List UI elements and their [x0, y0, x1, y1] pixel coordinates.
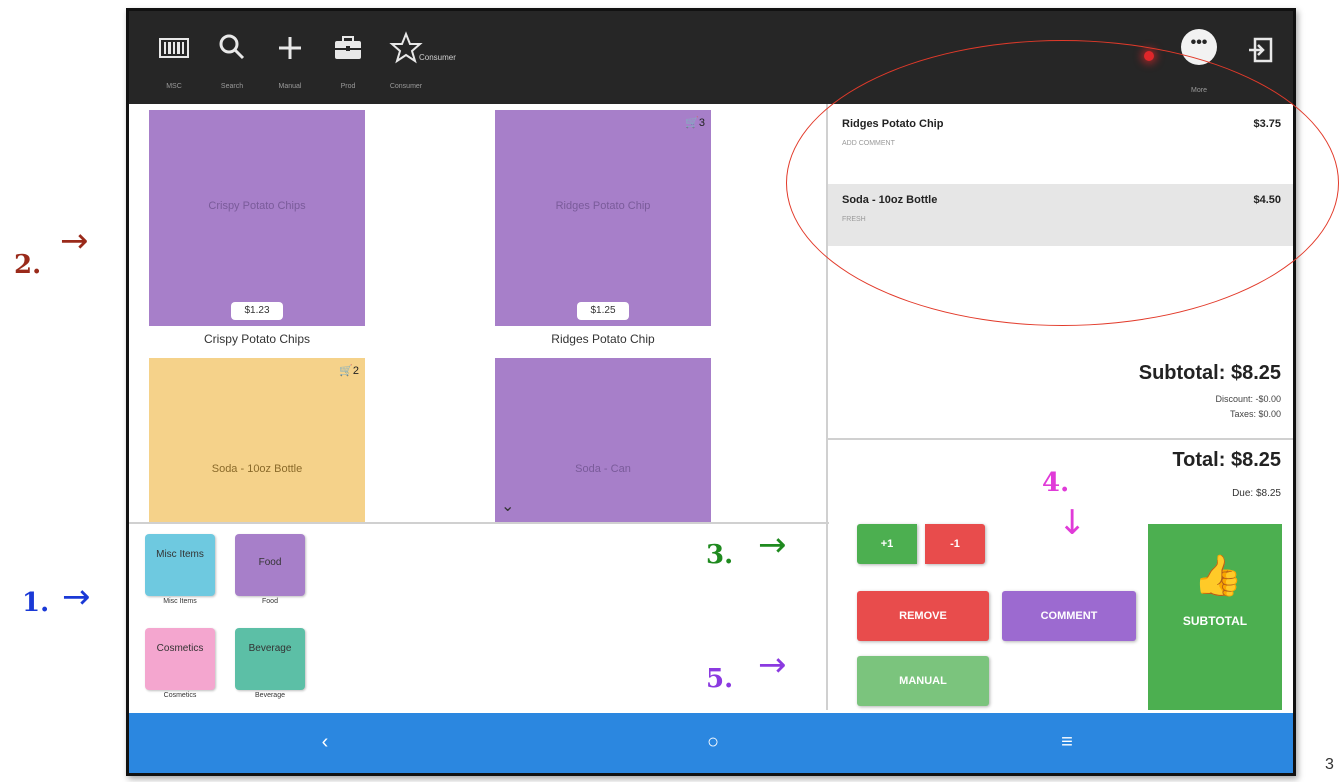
- due-amount: Due: $8.25: [1232, 488, 1281, 499]
- cart-count: 🛒3: [685, 116, 705, 129]
- toolbar-consumer-label: Consumer: [389, 83, 423, 90]
- product-price: $1.23: [231, 302, 283, 320]
- cart-count-value: 3: [698, 117, 705, 129]
- subtotal-button[interactable]: 👍 SUBTOTAL: [1148, 524, 1282, 710]
- menu-icon[interactable]: ≡: [1047, 731, 1087, 754]
- subtotal-button-label: SUBTOTAL: [1182, 614, 1248, 628]
- product-caption: Crispy Potato Chips: [203, 332, 311, 346]
- category-caption: Misc Items: [163, 598, 197, 605]
- product-tile-name: Soda - 10oz Bottle: [211, 463, 303, 475]
- toolbar-prod-label: Prod: [340, 83, 356, 90]
- decrease-quantity-button[interactable]: -1: [925, 524, 985, 564]
- briefcase-icon: [331, 31, 365, 65]
- toolbar-search-label: Search: [220, 83, 244, 90]
- annotation-4-arrow: ↓: [1058, 503, 1087, 543]
- category-label: Food: [258, 557, 282, 568]
- divider: [828, 438, 1293, 440]
- page-number: 3: [1325, 756, 1334, 773]
- category-misc-items[interactable]: Misc Items: [145, 534, 215, 596]
- category-caption: Beverage: [255, 692, 285, 699]
- back-icon[interactable]: ‹: [305, 731, 345, 754]
- category-caption: Food: [262, 598, 278, 605]
- total-amount: Total: $8.25: [1172, 449, 1281, 471]
- product-grid: Crispy Potato Chips $1.23 Crispy Potato …: [129, 104, 824, 522]
- annotation-2: 2.: [14, 250, 42, 280]
- toolbar-msc[interactable]: MSC: [151, 25, 197, 90]
- taxes-amount: Taxes: $0.00: [1229, 409, 1281, 419]
- cart-count-value: 2: [352, 365, 359, 377]
- annotation-5-arrow: →: [758, 645, 787, 685]
- barcode-icon: [157, 31, 191, 65]
- plus-icon: [273, 31, 307, 65]
- annotation-3-arrow: →: [758, 525, 787, 565]
- toolbar-prod[interactable]: Prod: [325, 25, 371, 90]
- cart-count: 🛒2: [339, 364, 359, 377]
- more-icon: •••: [1190, 34, 1208, 51]
- category-label: Misc Items: [156, 549, 204, 560]
- category-beverage[interactable]: Beverage: [235, 628, 305, 690]
- cart-icon: 🛒: [339, 365, 353, 377]
- comment-button[interactable]: COMMENT: [1002, 591, 1136, 641]
- product-tile[interactable]: Crispy Potato Chips $1.23: [149, 110, 365, 326]
- product-tile[interactable]: Soda - Can: [495, 358, 711, 522]
- toolbar-search[interactable]: Search: [209, 25, 255, 90]
- remove-button[interactable]: REMOVE: [857, 591, 989, 641]
- highlight-ellipse: [786, 40, 1339, 326]
- search-icon: [215, 31, 249, 65]
- category-caption: Cosmetics: [163, 692, 197, 699]
- toolbar-manual[interactable]: Manual: [267, 25, 313, 90]
- product-tile-name: Crispy Potato Chips: [208, 200, 306, 212]
- logout-icon[interactable]: [1247, 33, 1275, 67]
- annotation-1-arrow: →: [62, 577, 91, 617]
- annotation-3: 3.: [706, 540, 734, 570]
- star-icon: [389, 31, 423, 65]
- category-label: Cosmetics: [156, 643, 204, 654]
- product-price: $1.25: [577, 302, 629, 320]
- discount-amount: Discount: -$0.00: [1215, 394, 1281, 404]
- increase-quantity-button[interactable]: +1: [857, 524, 917, 564]
- toolbar-manual-label: Manual: [278, 83, 302, 90]
- favorite-text: Consumer: [419, 53, 456, 62]
- manual-button[interactable]: MANUAL: [857, 656, 989, 706]
- annotation-2-arrow: →: [60, 221, 89, 261]
- toolbar-msc-label: MSC: [166, 83, 182, 90]
- product-tile-name: Ridges Potato Chip: [555, 200, 651, 212]
- cart-icon: 🛒: [685, 117, 699, 129]
- annotation-4: 4.: [1042, 468, 1070, 498]
- product-tile-name: Soda - Can: [575, 463, 631, 475]
- category-food[interactable]: Food: [235, 534, 305, 596]
- chevron-down-icon[interactable]: ⌄: [501, 496, 514, 516]
- annotation-1: 1.: [22, 588, 50, 618]
- product-tile[interactable]: 🛒3 Ridges Potato Chip $1.25: [495, 110, 711, 326]
- annotation-5: 5.: [706, 664, 734, 694]
- system-nav-bar: ‹ ○ ≡: [129, 713, 1293, 773]
- category-label: Beverage: [248, 643, 292, 654]
- product-tile[interactable]: 🛒2 Soda - 10oz Bottle: [149, 358, 365, 522]
- subtotal-amount: Subtotal: $8.25: [1138, 362, 1281, 384]
- thumbs-up-icon: 👍: [1193, 554, 1243, 598]
- product-caption: Ridges Potato Chip: [551, 332, 655, 346]
- home-icon[interactable]: ○: [693, 731, 733, 754]
- category-cosmetics[interactable]: Cosmetics: [145, 628, 215, 690]
